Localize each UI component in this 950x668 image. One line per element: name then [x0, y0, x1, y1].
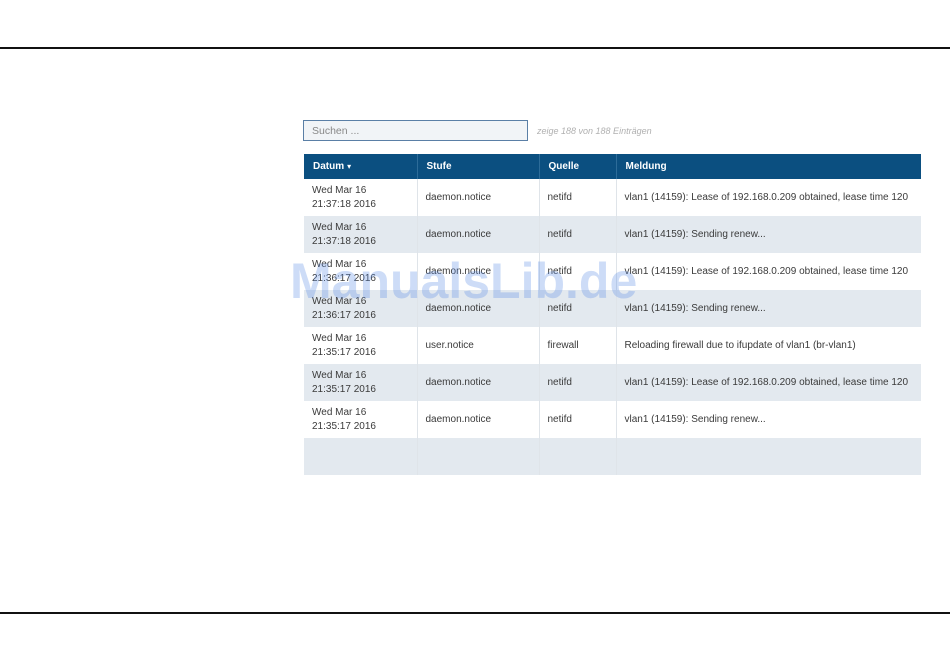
- cell-quelle: netifd: [539, 216, 617, 253]
- cell-date: Wed Mar 16: [312, 185, 367, 196]
- cell-datum: Wed Mar 16 21:35:17 2016: [304, 401, 418, 438]
- table-row: Wed Mar 16 21:37:18 2016 daemon.notice ne…: [304, 216, 921, 253]
- table-row: Wed Mar 16 21:36:17 2016 daemon.notice ne…: [304, 290, 921, 327]
- cell-time: 21:35:17 2016: [312, 383, 376, 395]
- cell-quelle: netifd: [539, 364, 617, 401]
- table-row: Wed Mar 16 21:35:17 2016 daemon.notice ne…: [304, 401, 921, 438]
- column-header-stufe[interactable]: Stufe: [417, 154, 540, 179]
- cell-empty: [539, 438, 617, 475]
- cell-quelle: netifd: [539, 179, 617, 216]
- cell-datum: Wed Mar 16 21:35:17 2016: [304, 327, 418, 364]
- bottom-divider: [0, 612, 950, 614]
- cell-stufe: daemon.notice: [417, 216, 540, 253]
- cell-time: 21:35:17 2016: [312, 346, 376, 358]
- cell-stufe: daemon.notice: [417, 364, 540, 401]
- cell-date: Wed Mar 16: [312, 370, 367, 381]
- cell-time: 21:37:18 2016: [312, 235, 376, 247]
- cell-empty: [616, 438, 921, 475]
- column-header-label: Stufe: [426, 161, 452, 172]
- table-row: Wed Mar 16 21:35:17 2016 daemon.notice ne…: [304, 364, 921, 401]
- cell-stufe: daemon.notice: [417, 401, 540, 438]
- cell-stufe: daemon.notice: [417, 253, 540, 290]
- cell-empty: [304, 438, 418, 475]
- top-divider: [0, 47, 950, 49]
- cell-meldung: vlan1 (14159): Sending renew...: [616, 216, 921, 253]
- cell-date: Wed Mar 16: [312, 407, 367, 418]
- entries-count: zeige 188 von 188 Einträgen: [537, 126, 652, 136]
- cell-meldung: vlan1 (14159): Sending renew...: [616, 401, 921, 438]
- cell-meldung: vlan1 (14159): Sending renew...: [616, 290, 921, 327]
- cell-datum: Wed Mar 16 21:37:18 2016: [304, 216, 418, 253]
- sort-desc-icon: ▾: [347, 162, 352, 171]
- cell-empty: [417, 438, 540, 475]
- cell-datum: Wed Mar 16 21:35:17 2016: [304, 364, 418, 401]
- cell-time: 21:35:17 2016: [312, 420, 376, 432]
- cell-meldung: vlan1 (14159): Lease of 192.168.0.209 ob…: [616, 179, 921, 216]
- cell-quelle: netifd: [539, 253, 617, 290]
- cell-date: Wed Mar 16: [312, 259, 367, 270]
- cell-time: 21:37:18 2016: [312, 198, 376, 210]
- table-row: Wed Mar 16 21:37:18 2016 daemon.notice ne…: [304, 179, 921, 216]
- cell-date: Wed Mar 16: [312, 296, 367, 307]
- cell-stufe: daemon.notice: [417, 290, 540, 327]
- column-header-label: Datum: [313, 161, 345, 172]
- table-row: Wed Mar 16 21:36:17 2016 daemon.notice ne…: [304, 253, 921, 290]
- column-header-label: Meldung: [625, 161, 667, 172]
- cell-datum: Wed Mar 16 21:37:18 2016: [304, 179, 418, 216]
- cell-datum: Wed Mar 16 21:36:17 2016: [304, 290, 418, 327]
- column-header-datum[interactable]: Datum ▾: [304, 154, 418, 179]
- cell-quelle: netifd: [539, 290, 617, 327]
- cell-datum: Wed Mar 16 21:36:17 2016: [304, 253, 418, 290]
- column-header-quelle[interactable]: Quelle: [539, 154, 617, 179]
- cell-stufe: user.notice: [417, 327, 540, 364]
- table-row: Wed Mar 16 21:35:17 2016 user.notice fire…: [304, 327, 921, 364]
- cell-meldung: Reloading firewall due to ifupdate of vl…: [616, 327, 921, 364]
- cell-date: Wed Mar 16: [312, 222, 367, 233]
- column-header-meldung[interactable]: Meldung: [616, 154, 921, 179]
- table-header-row: Datum ▾ Stufe Quelle Meldung: [304, 154, 921, 179]
- cell-quelle: firewall: [539, 327, 617, 364]
- cell-stufe: daemon.notice: [417, 179, 540, 216]
- table-row-clipped: [304, 438, 921, 475]
- cell-meldung: vlan1 (14159): Lease of 192.168.0.209 ob…: [616, 364, 921, 401]
- column-header-label: Quelle: [548, 161, 580, 172]
- search-input[interactable]: [303, 120, 528, 141]
- cell-meldung: vlan1 (14159): Lease of 192.168.0.209 ob…: [616, 253, 921, 290]
- cell-quelle: netifd: [539, 401, 617, 438]
- cell-time: 21:36:17 2016: [312, 309, 376, 321]
- log-table: Datum ▾ Stufe Quelle Meldung Wed Mar 16 21…: [304, 154, 921, 475]
- cell-time: 21:36:17 2016: [312, 272, 376, 284]
- cell-date: Wed Mar 16: [312, 333, 367, 344]
